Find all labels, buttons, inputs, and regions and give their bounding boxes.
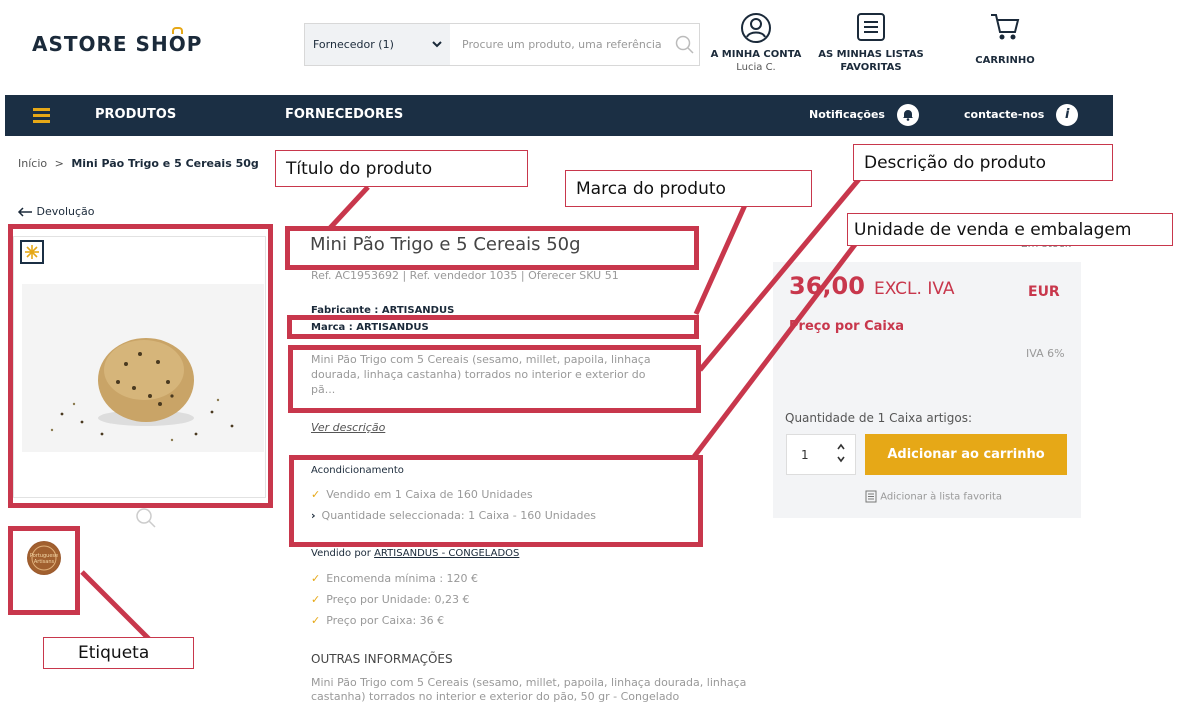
annotation-title-label: Título do produto (275, 150, 528, 187)
annotation-brand-box (287, 315, 699, 339)
annotation-title-box (285, 226, 699, 270)
annotation-label-label: Etiqueta (43, 637, 194, 669)
annotation-description-label: Descrição do produto (853, 144, 1113, 181)
annotation-packaging-box (289, 455, 703, 547)
annotation-image-box (8, 224, 273, 508)
annotation-label-box (8, 526, 80, 615)
annotation-brand-label: Marca do produto (565, 170, 812, 207)
annotation-description-box (288, 345, 701, 413)
annotation-unit-label: Unidade de venda e embalagem (847, 213, 1173, 246)
